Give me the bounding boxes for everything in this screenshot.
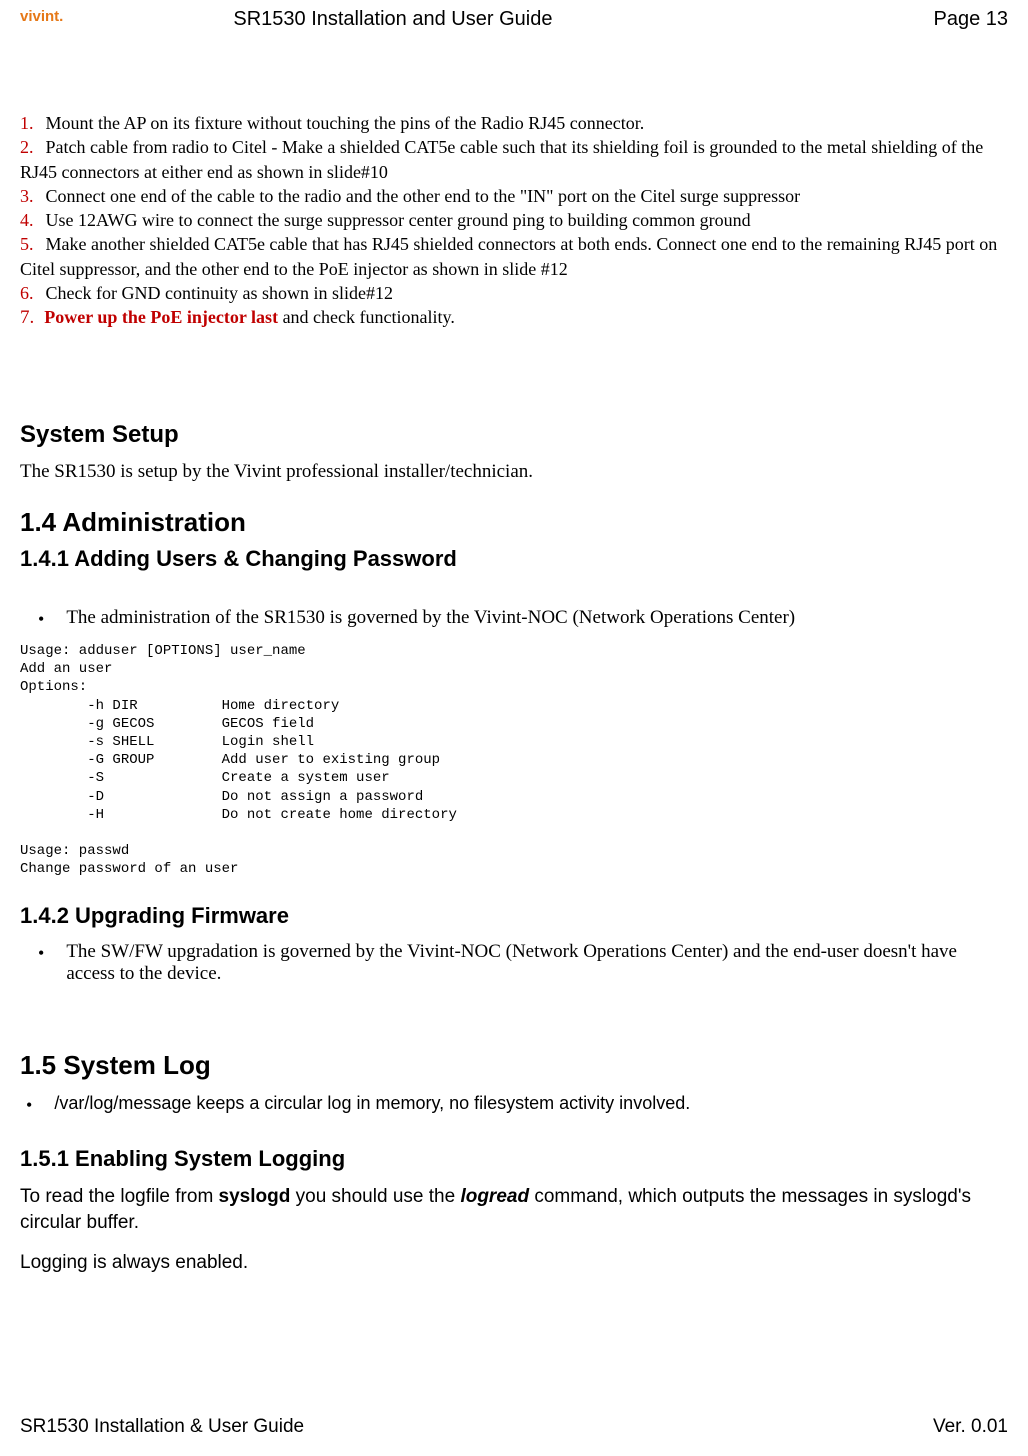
page-header: vivint. SR1530 Installation and User Gui… [20,0,1008,41]
bullet-icon: • [38,943,44,964]
section-1-4-1-heading: 1.4.1 Adding Users & Changing Password [20,546,1008,572]
bullet-text: The administration of the SR1530 is gove… [66,607,795,629]
step-text: Patch cable from radio to Citel - Make a… [20,137,983,181]
step-num: 3. [20,186,34,206]
system-setup-heading: System Setup [20,421,1008,449]
section-1-5-1-heading: 1.5.1 Enabling System Logging [20,1146,1008,1172]
step-num: 6. [20,283,34,303]
logging-enabled-text: Logging is always enabled. [20,1250,1008,1276]
bullet-icon: • [38,609,44,630]
step-text: Check for GND continuity as shown in sli… [46,283,393,303]
step-4: 4. Use 12AWG wire to connect the surge su… [20,208,1008,232]
footer-left: SR1530 Installation & User Guide [20,1416,304,1438]
step-7: 7. Power up the PoE injector last and che… [20,305,1008,331]
bullet-firmware: • The SW/FW upgradation is governed by t… [38,941,1008,985]
bullet-text: /var/log/message keeps a circular log in… [54,1093,690,1114]
text-part: To read the logfile from [20,1186,219,1207]
system-setup-text: The SR1530 is setup by the Vivint profes… [20,461,1008,483]
bullet-text: The SW/FW upgradation is governed by the… [66,941,1008,985]
section-1-5-heading: 1.5 System Log [20,1050,1008,1081]
bullet-syslog: • /var/log/message keeps a circular log … [26,1093,1008,1116]
bullet-admin: • The administration of the SR1530 is go… [38,607,1008,630]
vivint-logo: vivint. [20,8,63,25]
step-1: 1. Mount the AP on its fixture without to… [20,111,1008,135]
header-title: SR1530 Installation and User Guide [233,8,552,31]
bullet-icon: • [26,1095,32,1116]
step-6: 6. Check for GND continuity as shown in s… [20,281,1008,305]
text-part: you should use the [290,1186,460,1207]
step-3: 3. Connect one end of the cable to the ra… [20,184,1008,208]
step-num: 5. [20,234,34,254]
logread-paragraph: To read the logfile from syslogd you sho… [20,1184,1008,1235]
step-5: 5.Make another shielded CAT5e cable that… [20,232,1008,281]
step-text-red: Power up the PoE injector last [44,307,278,327]
footer-right: Ver. 0.01 [933,1416,1008,1438]
step-text: and check functionality. [278,307,455,327]
section-1-4-heading: 1.4 Administration [20,507,1008,538]
page-footer: SR1530 Installation & User Guide Ver. 0.… [20,1416,1008,1438]
code-block-adduser: Usage: adduser [OPTIONS] user_name Add a… [20,642,1008,878]
step-text: Make another shielded CAT5e cable that h… [20,234,997,278]
page-content: 1. Mount the AP on its fixture without to… [20,111,1008,1275]
page-number: Page 13 [933,8,1008,31]
step-num: 4. [20,210,34,230]
section-1-4-2-heading: 1.4.2 Upgrading Firmware [20,903,1008,929]
step-num: 1. [20,113,34,133]
step-num: 7. [20,307,34,328]
logread-word: logread [460,1186,529,1207]
syslogd-word: syslogd [219,1186,291,1207]
step-text: Use 12AWG wire to connect the surge supp… [46,210,751,230]
step-2: 2.Patch cable from radio to Citel - Make… [20,135,1008,184]
step-num: 2. [20,137,34,157]
step-text: Connect one end of the cable to the radi… [46,186,801,206]
step-text: Mount the AP on its fixture without touc… [46,113,645,133]
